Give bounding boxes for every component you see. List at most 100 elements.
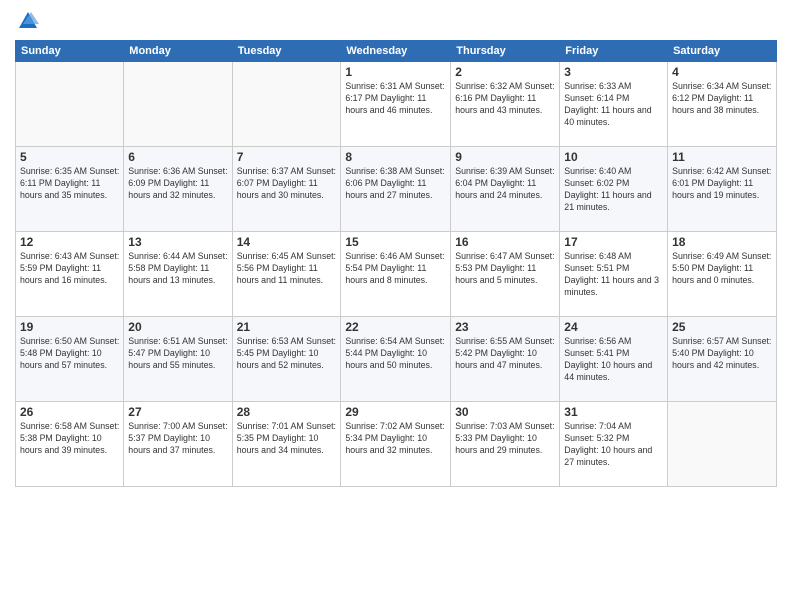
weekday-wednesday: Wednesday [341, 41, 451, 62]
day-number: 6 [128, 150, 227, 164]
day-number: 25 [672, 320, 772, 334]
day-number: 17 [564, 235, 663, 249]
day-info: Sunrise: 6:46 AM Sunset: 5:54 PM Dayligh… [345, 251, 446, 287]
page: SundayMondayTuesdayWednesdayThursdayFrid… [0, 0, 792, 612]
day-number: 11 [672, 150, 772, 164]
day-cell: 26 Sunrise: 6:58 AM Sunset: 5:38 PM Dayli… [16, 402, 124, 487]
day-cell [124, 62, 232, 147]
day-cell: 22 Sunrise: 6:54 AM Sunset: 5:44 PM Dayli… [341, 317, 451, 402]
day-info: Sunrise: 6:55 AM Sunset: 5:42 PM Dayligh… [455, 336, 555, 372]
day-cell [232, 62, 341, 147]
day-info: Sunrise: 6:36 AM Sunset: 6:09 PM Dayligh… [128, 166, 227, 202]
day-number: 2 [455, 65, 555, 79]
day-info: Sunrise: 6:44 AM Sunset: 5:58 PM Dayligh… [128, 251, 227, 287]
day-cell [16, 62, 124, 147]
day-info: Sunrise: 6:43 AM Sunset: 5:59 PM Dayligh… [20, 251, 119, 287]
day-number: 15 [345, 235, 446, 249]
day-info: Sunrise: 6:32 AM Sunset: 6:16 PM Dayligh… [455, 81, 555, 117]
day-cell: 7 Sunrise: 6:37 AM Sunset: 6:07 PM Daylig… [232, 147, 341, 232]
day-number: 30 [455, 405, 555, 419]
weekday-friday: Friday [560, 41, 668, 62]
day-number: 22 [345, 320, 446, 334]
header [15, 10, 777, 32]
day-number: 9 [455, 150, 555, 164]
day-number: 23 [455, 320, 555, 334]
day-number: 20 [128, 320, 227, 334]
day-info: Sunrise: 6:33 AM Sunset: 6:14 PM Dayligh… [564, 81, 663, 129]
day-number: 26 [20, 405, 119, 419]
day-info: Sunrise: 6:56 AM Sunset: 5:41 PM Dayligh… [564, 336, 663, 384]
day-cell: 19Sunrise: 6:50 AM Sunset: 5:48 PM Dayli… [16, 317, 124, 402]
day-cell: 12 Sunrise: 6:43 AM Sunset: 5:59 PM Dayli… [16, 232, 124, 317]
day-info: Sunrise: 6:40 AM Sunset: 6:02 PM Dayligh… [564, 166, 663, 214]
day-cell: 17Sunrise: 6:48 AM Sunset: 5:51 PM Dayli… [560, 232, 668, 317]
day-number: 13 [128, 235, 227, 249]
logo [15, 10, 39, 32]
day-number: 10 [564, 150, 663, 164]
day-info: Sunrise: 6:39 AM Sunset: 6:04 PM Dayligh… [455, 166, 555, 202]
day-info: Sunrise: 7:02 AM Sunset: 5:34 PM Dayligh… [345, 421, 446, 457]
day-cell: 21 Sunrise: 6:53 AM Sunset: 5:45 PM Dayli… [232, 317, 341, 402]
day-cell: 23 Sunrise: 6:55 AM Sunset: 5:42 PM Dayli… [451, 317, 560, 402]
week-row-4: 19Sunrise: 6:50 AM Sunset: 5:48 PM Dayli… [16, 317, 777, 402]
day-info: Sunrise: 7:03 AM Sunset: 5:33 PM Dayligh… [455, 421, 555, 457]
week-row-2: 5Sunrise: 6:35 AM Sunset: 6:11 PM Daylig… [16, 147, 777, 232]
day-info: Sunrise: 6:58 AM Sunset: 5:38 PM Dayligh… [20, 421, 119, 457]
day-cell [668, 402, 777, 487]
day-cell: 20 Sunrise: 6:51 AM Sunset: 5:47 PM Dayli… [124, 317, 232, 402]
day-number: 8 [345, 150, 446, 164]
day-number: 28 [237, 405, 337, 419]
day-info: Sunrise: 6:54 AM Sunset: 5:44 PM Dayligh… [345, 336, 446, 372]
weekday-tuesday: Tuesday [232, 41, 341, 62]
day-number: 29 [345, 405, 446, 419]
day-cell: 14 Sunrise: 6:45 AM Sunset: 5:56 PM Dayli… [232, 232, 341, 317]
day-info: Sunrise: 6:57 AM Sunset: 5:40 PM Dayligh… [672, 336, 772, 372]
day-cell: 1 Sunrise: 6:31 AM Sunset: 6:17 PM Daylig… [341, 62, 451, 147]
week-row-1: 1 Sunrise: 6:31 AM Sunset: 6:17 PM Daylig… [16, 62, 777, 147]
day-cell: 11 Sunrise: 6:42 AM Sunset: 6:01 PM Dayli… [668, 147, 777, 232]
day-cell: 8Sunrise: 6:38 AM Sunset: 6:06 PM Daylig… [341, 147, 451, 232]
day-cell: 9 Sunrise: 6:39 AM Sunset: 6:04 PM Daylig… [451, 147, 560, 232]
day-cell: 24Sunrise: 6:56 AM Sunset: 5:41 PM Dayli… [560, 317, 668, 402]
week-row-3: 12 Sunrise: 6:43 AM Sunset: 5:59 PM Dayli… [16, 232, 777, 317]
day-number: 27 [128, 405, 227, 419]
day-number: 16 [455, 235, 555, 249]
day-number: 4 [672, 65, 772, 79]
day-info: Sunrise: 6:53 AM Sunset: 5:45 PM Dayligh… [237, 336, 337, 372]
day-cell: 30 Sunrise: 7:03 AM Sunset: 5:33 PM Dayli… [451, 402, 560, 487]
weekday-sunday: Sunday [16, 41, 124, 62]
day-info: Sunrise: 6:51 AM Sunset: 5:47 PM Dayligh… [128, 336, 227, 372]
day-cell: 2 Sunrise: 6:32 AM Sunset: 6:16 PM Daylig… [451, 62, 560, 147]
day-info: Sunrise: 6:31 AM Sunset: 6:17 PM Dayligh… [345, 81, 446, 117]
day-number: 12 [20, 235, 119, 249]
day-info: Sunrise: 6:50 AM Sunset: 5:48 PM Dayligh… [20, 336, 119, 372]
day-info: Sunrise: 6:37 AM Sunset: 6:07 PM Dayligh… [237, 166, 337, 202]
week-row-5: 26 Sunrise: 6:58 AM Sunset: 5:38 PM Dayli… [16, 402, 777, 487]
day-info: Sunrise: 6:42 AM Sunset: 6:01 PM Dayligh… [672, 166, 772, 202]
day-cell: 3 Sunrise: 6:33 AM Sunset: 6:14 PM Daylig… [560, 62, 668, 147]
day-number: 1 [345, 65, 446, 79]
day-info: Sunrise: 7:04 AM Sunset: 5:32 PM Dayligh… [564, 421, 663, 469]
day-number: 31 [564, 405, 663, 419]
weekday-monday: Monday [124, 41, 232, 62]
day-cell: 18Sunrise: 6:49 AM Sunset: 5:50 PM Dayli… [668, 232, 777, 317]
day-cell: 27 Sunrise: 7:00 AM Sunset: 5:37 PM Dayli… [124, 402, 232, 487]
calendar-table: SundayMondayTuesdayWednesdayThursdayFrid… [15, 40, 777, 487]
day-cell: 29 Sunrise: 7:02 AM Sunset: 5:34 PM Dayli… [341, 402, 451, 487]
day-number: 21 [237, 320, 337, 334]
weekday-header-row: SundayMondayTuesdayWednesdayThursdayFrid… [16, 41, 777, 62]
day-info: Sunrise: 6:45 AM Sunset: 5:56 PM Dayligh… [237, 251, 337, 287]
logo-icon [17, 10, 39, 32]
day-info: Sunrise: 6:47 AM Sunset: 5:53 PM Dayligh… [455, 251, 555, 287]
day-info: Sunrise: 6:34 AM Sunset: 6:12 PM Dayligh… [672, 81, 772, 117]
day-number: 7 [237, 150, 337, 164]
day-cell: 10 Sunrise: 6:40 AM Sunset: 6:02 PM Dayli… [560, 147, 668, 232]
day-cell: 13 Sunrise: 6:44 AM Sunset: 5:58 PM Dayli… [124, 232, 232, 317]
day-number: 3 [564, 65, 663, 79]
day-cell: 28Sunrise: 7:01 AM Sunset: 5:35 PM Dayli… [232, 402, 341, 487]
day-cell: 15 Sunrise: 6:46 AM Sunset: 5:54 PM Dayli… [341, 232, 451, 317]
weekday-saturday: Saturday [668, 41, 777, 62]
day-info: Sunrise: 7:00 AM Sunset: 5:37 PM Dayligh… [128, 421, 227, 457]
day-number: 14 [237, 235, 337, 249]
day-cell: 6 Sunrise: 6:36 AM Sunset: 6:09 PM Daylig… [124, 147, 232, 232]
